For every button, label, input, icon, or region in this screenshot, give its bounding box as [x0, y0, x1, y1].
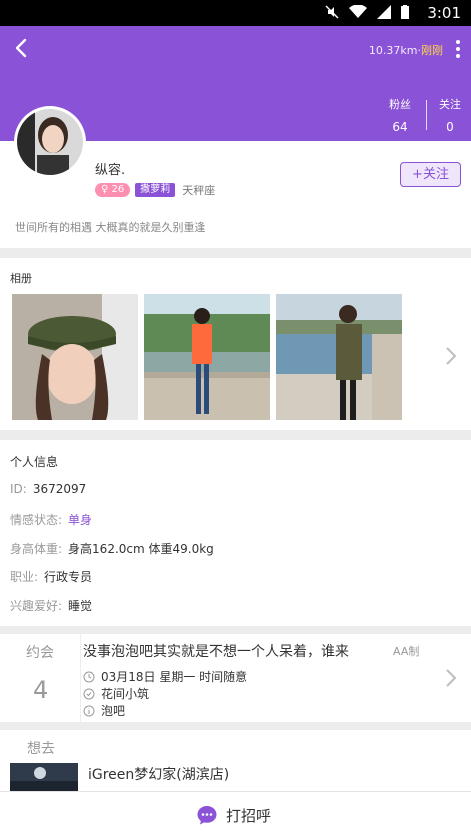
info-key: 情感状态: — [10, 513, 63, 527]
album-chevron-right-icon[interactable] — [445, 346, 457, 366]
date-place-row: 花间小筑 — [83, 685, 149, 702]
album-section: 相册 — [0, 258, 471, 430]
fans-count: 64 — [392, 120, 408, 134]
user-tags: ♀ 26 撒萝莉 天秤座 — [95, 182, 215, 198]
info-key: 身高体重: — [10, 542, 63, 556]
gender-age-badge: ♀ 26 — [95, 183, 131, 197]
stats-divider — [426, 100, 427, 130]
info-key: 职业: — [10, 570, 39, 584]
album-photo-1[interactable] — [12, 294, 138, 420]
date-activity-text: 泡吧 — [101, 704, 126, 718]
date-label: 约会 — [26, 645, 54, 661]
want-to-go-section[interactable]: 想去 iGreen梦幻家(湖滨店) — [0, 730, 471, 793]
following-stat[interactable]: 关注 0 — [439, 96, 461, 134]
following-count: 0 — [446, 120, 454, 134]
album-title: 相册 — [10, 272, 32, 285]
date-place-text: 花间小筑 — [101, 687, 150, 701]
info-value: 单身 — [68, 513, 93, 527]
follow-button[interactable]: +关注 — [400, 162, 461, 187]
location-icon — [83, 688, 95, 699]
greet-button[interactable]: 打招呼 — [196, 804, 271, 826]
info-value: 身高162.0cm 体重49.0kg — [68, 542, 214, 556]
info-key: ID: — [10, 482, 27, 496]
date-time-text: 03月18日 星期一 时间随意 — [101, 670, 248, 684]
avatar[interactable] — [14, 106, 86, 178]
date-divider — [80, 634, 81, 722]
signal-icon — [377, 5, 391, 19]
signature-text: 世间所有的相遇 大概真的就是久别重逢 — [15, 221, 206, 234]
fans-label: 粉丝 — [389, 98, 411, 111]
info-row-height-weight: 身高体重: 身高162.0cm 体重49.0kg — [10, 540, 214, 557]
payment-badge: AA制 — [393, 645, 420, 658]
user-name: 纵容. — [95, 163, 126, 178]
more-icon[interactable] — [453, 38, 463, 60]
avatar-image — [17, 109, 83, 175]
date-headline: 没事泡泡吧其实就是不想一个人呆着，谁来 — [83, 644, 349, 660]
status-bar: 3:01 — [0, 0, 471, 26]
info-value: 行政专员 — [44, 570, 93, 584]
last-active-text: 刚刚 — [421, 44, 443, 57]
info-icon — [83, 705, 95, 716]
info-value: 3672097 — [32, 482, 87, 496]
date-time-row: 03月18日 星期一 时间随意 — [83, 668, 247, 685]
personal-info-section: 个人信息 ID: 3672097 情感状态: 单身 身高体重: 身高162.0cm 体… — [0, 440, 471, 626]
back-arrow-icon[interactable] — [10, 36, 34, 60]
album-photo-2[interactable] — [144, 294, 270, 420]
date-activity-row: 泡吧 — [83, 702, 125, 719]
following-label: 关注 — [439, 98, 461, 111]
wifi-icon — [349, 5, 367, 18]
date-section[interactable]: 约会 4 没事泡泡吧其实就是不想一个人呆着，谁来 AA制 03月18日 星期一 … — [0, 634, 471, 722]
date-chevron-right-icon[interactable] — [445, 668, 457, 688]
info-value: 睡觉 — [68, 599, 93, 613]
clock: 3:01 — [427, 4, 461, 22]
title-badge: 撒萝莉 — [135, 183, 176, 197]
zodiac-text: 天秤座 — [182, 184, 216, 197]
place-thumbnail — [10, 763, 78, 793]
mute-icon — [325, 5, 339, 19]
want-place-name: iGreen梦幻家(湖滨店) — [88, 767, 230, 783]
greet-label: 打招呼 — [226, 806, 272, 825]
date-count: 4 — [33, 676, 49, 704]
battery-icon — [401, 5, 409, 19]
distance-status: 10.37km·刚刚 — [369, 42, 443, 58]
want-label: 想去 — [27, 741, 55, 757]
info-row-relationship: 情感状态: 单身 — [10, 511, 92, 528]
personal-info-title: 个人信息 — [10, 455, 59, 469]
fans-stat[interactable]: 粉丝 64 — [389, 96, 411, 134]
info-key: 兴趣爱好: — [10, 599, 63, 613]
album-photo-3[interactable] — [276, 294, 402, 420]
info-row-occupation: 职业: 行政专员 — [10, 568, 92, 585]
clock-icon — [83, 671, 95, 682]
distance-text: 10.37km — [368, 44, 418, 57]
bottom-bar: 打招呼 — [0, 791, 471, 839]
info-row-hobbies: 兴趣爱好: 睡觉 — [10, 597, 92, 614]
chat-bubble-icon — [197, 806, 217, 825]
info-row-id: ID: 3672097 — [10, 482, 86, 496]
